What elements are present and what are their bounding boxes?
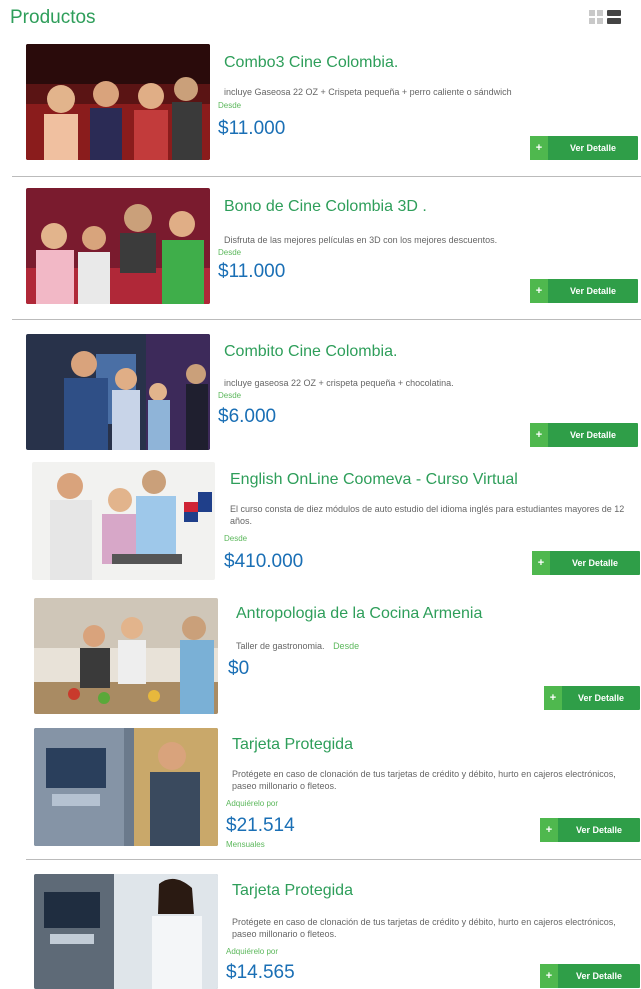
ver-detalle-button[interactable]: + Ver Detalle: [532, 551, 640, 575]
product-price: $11.000: [218, 261, 286, 282]
product-price: $0: [228, 658, 250, 679]
separator: [26, 859, 641, 860]
product-description: El curso consta de diez módulos de auto …: [230, 504, 625, 526]
view-toggle: [589, 10, 621, 24]
ver-detalle-label: Ver Detalle: [577, 693, 625, 703]
ver-detalle-button[interactable]: + Ver Detalle: [540, 818, 640, 842]
plus-icon: +: [530, 279, 548, 303]
price-prefix: Adquiérelo por: [226, 799, 279, 808]
product-name[interactable]: English OnLine Coomeva - Curso Virtual: [230, 471, 518, 489]
product-item: Tarjeta Protegida Protégete en caso de c…: [0, 874, 641, 989]
product-image[interactable]: [34, 874, 218, 989]
ver-detalle-label: Ver Detalle: [569, 286, 617, 296]
product-image[interactable]: [32, 462, 215, 580]
ver-detalle-label: Ver Detalle: [569, 430, 617, 440]
product-image[interactable]: [34, 728, 218, 846]
ver-detalle-label: Ver Detalle: [569, 143, 617, 153]
product-description: incluye gaseosa 22 OZ + crispeta pequeña…: [224, 378, 454, 388]
product-image[interactable]: [26, 188, 210, 304]
separator: [12, 319, 641, 320]
price-prefix: Desde: [218, 391, 242, 400]
product-price: $11.000: [218, 118, 286, 139]
product-description: Protégete en caso de clonación de tus ta…: [232, 769, 616, 791]
product-item: Antropologia de la Cocina Armenia Taller…: [0, 598, 641, 718]
product-description: Taller de gastronomia.: [236, 641, 325, 651]
product-name[interactable]: Combo3 Cine Colombia.: [224, 54, 398, 72]
price-prefix: Adquiérelo por: [226, 947, 279, 956]
product-price: $6.000: [218, 406, 277, 427]
ver-detalle-button[interactable]: + Ver Detalle: [530, 136, 638, 160]
plus-icon: +: [530, 136, 548, 160]
product-name[interactable]: Bono de Cine Colombia 3D .: [224, 198, 427, 216]
product-name[interactable]: Combito Cine Colombia.: [224, 343, 397, 361]
ver-detalle-label: Ver Detalle: [571, 558, 619, 568]
product-item: Tarjeta Protegida Protégete en caso de c…: [0, 728, 641, 848]
price-prefix: Desde: [218, 101, 242, 110]
product-price: $410.000: [224, 551, 304, 572]
product-description-row: Taller de gastronomia. Desde: [236, 641, 359, 651]
page-title: Productos: [10, 7, 96, 28]
price-prefix: Desde: [333, 641, 360, 651]
price-prefix: Desde: [224, 534, 248, 543]
product-image[interactable]: [26, 44, 210, 160]
grid-view-icon[interactable]: [589, 10, 603, 24]
ver-detalle-button[interactable]: + Ver Detalle: [540, 964, 640, 988]
product-name[interactable]: Tarjeta Protegida: [232, 736, 353, 754]
product-description: incluye Gaseosa 22 OZ + Crispeta pequeña…: [224, 87, 512, 97]
ver-detalle-button[interactable]: + Ver Detalle: [530, 279, 638, 303]
products-header: Productos: [0, 0, 641, 40]
product-name[interactable]: Tarjeta Protegida: [232, 882, 353, 900]
ver-detalle-button[interactable]: + Ver Detalle: [544, 686, 640, 710]
price-period: Mensuales: [226, 840, 265, 847]
ver-detalle-label: Ver Detalle: [575, 825, 623, 835]
product-image[interactable]: [34, 598, 218, 714]
price-prefix: Desde: [218, 248, 242, 257]
product-name[interactable]: Antropologia de la Cocina Armenia: [236, 605, 482, 623]
product-price: $14.565: [226, 962, 295, 983]
product-item: Combo3 Cine Colombia. incluye Gaseosa 22…: [0, 44, 641, 174]
ver-detalle-label: Ver Detalle: [575, 971, 623, 981]
plus-icon: +: [532, 551, 550, 575]
product-description: Protégete en caso de clonación de tus ta…: [232, 917, 616, 939]
product-item: Bono de Cine Colombia 3D . Disfruta de l…: [0, 188, 641, 308]
product-description: Disfruta de las mejores películas en 3D …: [224, 235, 498, 245]
plus-icon: +: [530, 423, 548, 447]
list-view-icon[interactable]: [607, 10, 621, 24]
product-image[interactable]: [26, 334, 210, 450]
product-item: English OnLine Coomeva - Curso Virtual E…: [0, 462, 641, 587]
separator: [12, 176, 641, 177]
plus-icon: +: [540, 818, 558, 842]
product-price: $21.514: [226, 815, 295, 836]
ver-detalle-button[interactable]: + Ver Detalle: [530, 423, 638, 447]
product-item: Combito Cine Colombia. incluye gaseosa 2…: [0, 334, 641, 452]
plus-icon: +: [540, 964, 558, 988]
plus-icon: +: [544, 686, 562, 710]
